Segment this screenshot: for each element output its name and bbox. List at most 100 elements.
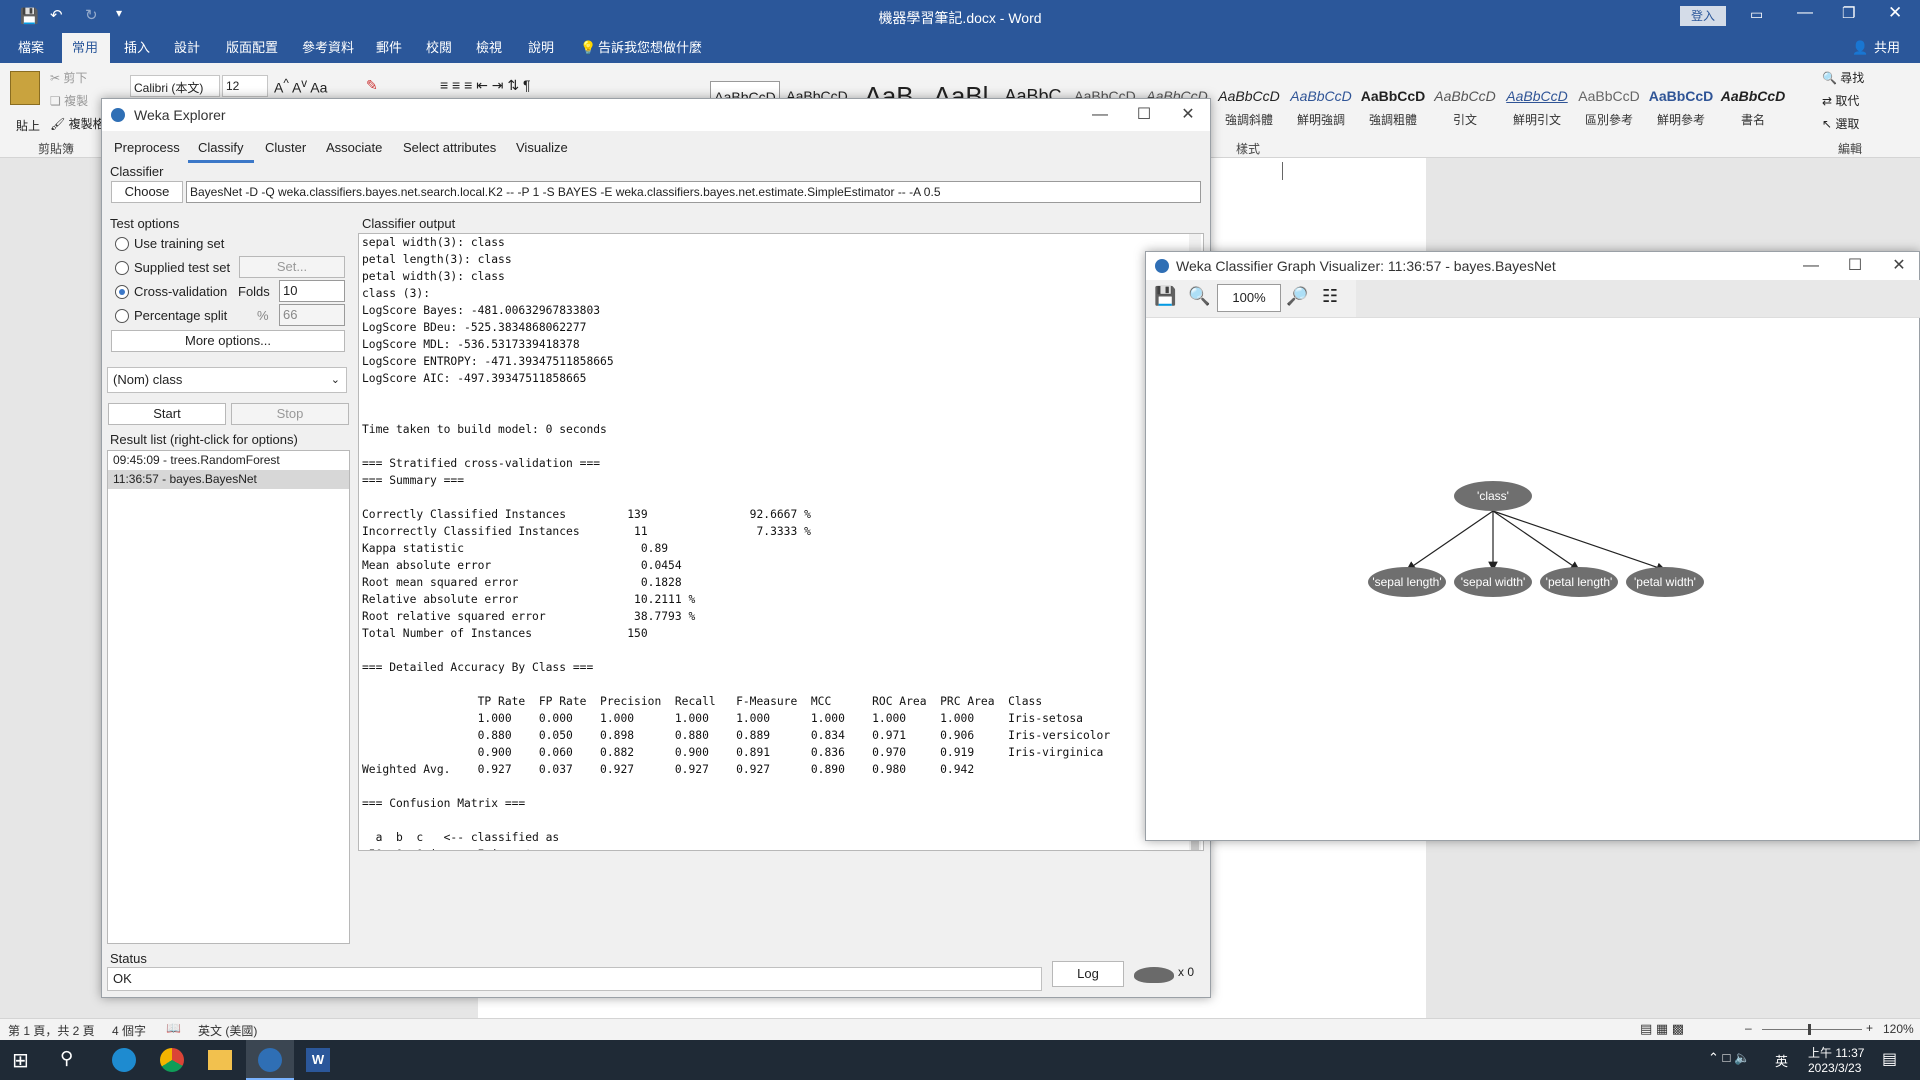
style-strong[interactable]: AaBbCcD 強調粗體 [1358, 81, 1428, 139]
node-petal-length[interactable]: 'petal length' [1540, 567, 1618, 597]
explorer-close-button[interactable]: ✕ [1166, 99, 1210, 131]
search-icon[interactable]: ⚲ [60, 1048, 73, 1069]
class-attribute-select[interactable]: (Nom) class ⌄ [107, 367, 347, 393]
paste-icon[interactable] [10, 71, 40, 105]
save-graph-icon[interactable]: 💾 [1154, 286, 1176, 307]
ime-indicator[interactable]: 英 [1775, 1051, 1788, 1070]
zoom-in-icon[interactable]: 🔍 [1188, 286, 1210, 307]
copy-label[interactable]: 複製 [64, 94, 88, 108]
style-intense-reference[interactable]: AaBbCcD 鮮明參考 [1646, 81, 1716, 139]
zoom-slider-thumb[interactable] [1808, 1024, 1811, 1035]
use-training-set-label[interactable]: Use training set [134, 236, 224, 251]
clear-format-icon[interactable]: ✎ [366, 77, 378, 94]
result-list-item[interactable]: 11:36:57 - bayes.BayesNet [108, 470, 349, 489]
paste-button-label[interactable]: 貼上 [16, 117, 40, 134]
tab-help[interactable]: 說明 [518, 33, 564, 63]
style-subtle-reference[interactable]: AaBbCcD 區別參考 [1574, 81, 1644, 139]
word-minimize-button[interactable]: — [1797, 4, 1813, 22]
supplied-test-set-radio[interactable] [115, 261, 129, 275]
bayes-net-graph[interactable]: 'class' 'sepal length' 'sepal width' 'pe… [1146, 318, 1919, 840]
page-count[interactable]: 第 1 頁，共 2 頁 [8, 1022, 95, 1039]
folds-input[interactable]: 10 [279, 280, 345, 302]
tab-review[interactable]: 校閱 [416, 33, 462, 63]
tab-classify[interactable]: Classify [188, 133, 254, 163]
word-count[interactable]: 4 個字 [112, 1022, 146, 1039]
classifier-config-field[interactable]: BayesNet -D -Q weka.classifiers.bayes.ne… [186, 181, 1201, 203]
percentage-split-radio[interactable] [115, 309, 129, 323]
ribbon-display-icon[interactable]: ▭ [1750, 6, 1763, 23]
copy-icon[interactable]: ❏ [50, 94, 61, 108]
tab-visualize[interactable]: Visualize [506, 133, 578, 163]
chrome-icon[interactable] [160, 1048, 184, 1072]
explorer-minimize-button[interactable]: — [1078, 99, 1122, 131]
replace-icon[interactable]: ⇄ [1822, 94, 1832, 108]
tab-home[interactable]: 常用 [62, 33, 110, 63]
stop-button[interactable]: Stop [231, 403, 349, 425]
percentage-input[interactable]: 66 [279, 304, 345, 326]
clock-time[interactable]: 上午 11:37 [1808, 1044, 1864, 1061]
tab-design[interactable]: 設計 [164, 33, 210, 63]
tab-associate[interactable]: Associate [316, 133, 392, 163]
tab-select-attributes[interactable]: Select attributes [393, 133, 506, 163]
list-icons[interactable]: ≡ ≡ ≡ ⇤ ⇥ ⇅ ¶ [440, 77, 531, 94]
graph-zoom-input[interactable]: 100% [1217, 284, 1281, 312]
share-button[interactable]: 共用 [1864, 33, 1910, 63]
clock-date[interactable]: 2023/3/23 [1808, 1061, 1861, 1075]
replace-label[interactable]: 取代 [1835, 94, 1859, 108]
result-list-item[interactable]: 09:45:09 - trees.RandomForest [108, 451, 349, 470]
log-button[interactable]: Log [1052, 961, 1124, 987]
cut-icon[interactable]: ✂ [50, 71, 60, 85]
set-test-file-button[interactable]: Set... [239, 256, 345, 278]
classifier-output-panel[interactable]: sepal width(3): class petal length(3): c… [358, 233, 1204, 851]
node-class[interactable]: 'class' [1454, 481, 1532, 511]
layout-options-icon[interactable]: ☷ [1322, 286, 1338, 307]
find-label[interactable]: 尋找 [1840, 71, 1864, 85]
format-painter-icon[interactable]: 🖌 [50, 117, 65, 131]
node-petal-width[interactable]: 'petal width' [1626, 567, 1704, 597]
zoom-out-icon[interactable]: 🔎 [1286, 286, 1308, 307]
select-label[interactable]: 選取 [1835, 117, 1859, 131]
node-sepal-width[interactable]: 'sepal width' [1454, 567, 1532, 597]
signin-button[interactable]: 登入 [1680, 6, 1726, 26]
font-name-box[interactable]: Calibri (本文) [130, 75, 220, 97]
notification-icon[interactable]: ▤ [1882, 1049, 1897, 1069]
word-maximize-button[interactable]: ❐ [1842, 4, 1855, 22]
word-taskbar-icon[interactable]: W [306, 1048, 330, 1072]
explorer-maximize-button[interactable]: ☐ [1122, 99, 1166, 131]
style-book-title[interactable]: AaBbCcD 書名 [1718, 81, 1788, 139]
choose-classifier-button[interactable]: Choose [111, 181, 183, 203]
graph-close-button[interactable]: ✕ [1877, 252, 1920, 280]
font-grow-icon[interactable]: A^ Av Aa [274, 77, 327, 96]
tab-view[interactable]: 檢視 [466, 33, 512, 63]
word-close-button[interactable]: ✕ [1888, 3, 1902, 23]
zoom-in-icon[interactable]: + [1866, 1021, 1873, 1035]
style-quote[interactable]: AaBbCcD 引文 [1430, 81, 1500, 139]
tell-me-search[interactable]: 告訴我您想做什麼 [588, 33, 712, 63]
tab-cluster[interactable]: Cluster [255, 133, 316, 163]
zoom-slider[interactable] [1762, 1029, 1862, 1030]
style-intense-emphasis[interactable]: AaBbCcD 鮮明強調 [1286, 81, 1356, 139]
file-explorer-icon[interactable] [208, 1050, 232, 1070]
system-tray-icons[interactable]: ⌃ □ 🔈 [1708, 1050, 1750, 1066]
zoom-level[interactable]: 120% [1883, 1022, 1914, 1036]
cross-validation-radio[interactable] [115, 285, 129, 299]
more-options-button[interactable]: More options... [111, 330, 345, 352]
tab-file[interactable]: 檔案 [8, 33, 54, 63]
edge-icon[interactable] [112, 1048, 136, 1072]
style-emphasis[interactable]: AaBbCcD 強調斜體 [1214, 81, 1284, 139]
proofing-icon[interactable]: 📖 [166, 1021, 181, 1035]
graph-minimize-button[interactable]: — [1789, 252, 1833, 280]
tab-layout[interactable]: 版面配置 [216, 33, 288, 63]
start-button[interactable]: Start [108, 403, 226, 425]
percentage-split-label[interactable]: Percentage split [134, 308, 227, 323]
use-training-set-radio[interactable] [115, 237, 129, 251]
windows-start-icon[interactable]: ⊞ [12, 1048, 29, 1073]
tab-mailings[interactable]: 郵件 [366, 33, 412, 63]
select-icon[interactable]: ↖ [1822, 117, 1832, 131]
node-sepal-length[interactable]: 'sepal length' [1368, 567, 1446, 597]
font-size-box[interactable]: 12 [222, 75, 268, 97]
style-intense-quote[interactable]: AaBbCcD 鮮明引文 [1502, 81, 1572, 139]
zoom-out-icon[interactable]: – [1745, 1021, 1752, 1035]
supplied-test-set-label[interactable]: Supplied test set [134, 260, 230, 275]
cross-validation-label[interactable]: Cross-validation [134, 284, 227, 299]
